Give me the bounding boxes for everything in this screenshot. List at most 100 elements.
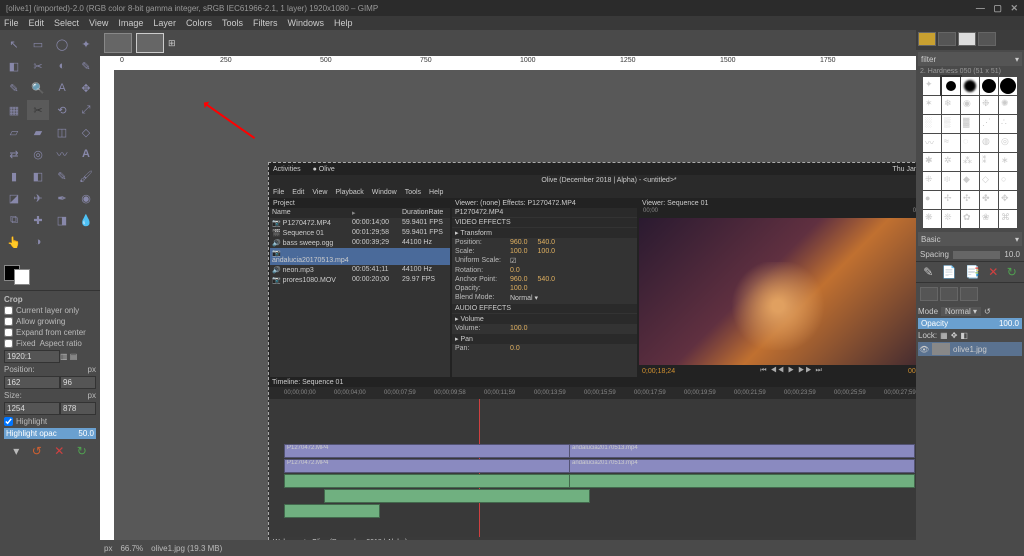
menu-select[interactable]: Select [54,18,79,28]
rotate-tool[interactable]: ⟲ [51,100,73,120]
save-options-button[interactable]: ▾ [13,444,19,458]
highlight-opacity-value[interactable]: 50.0 [78,429,94,438]
brush-swatch[interactable]: ◆ [961,172,979,190]
minimize-button[interactable]: — [976,3,985,13]
image-tab-1[interactable] [104,33,132,53]
olive-menu-view[interactable]: View [312,189,327,196]
lock-alpha-icon[interactable]: ◧ [960,331,968,340]
brush-swatch[interactable]: ⁂ [961,153,979,171]
fixed-checkbox[interactable] [4,339,13,348]
paths-tool[interactable]: ✎ [75,56,97,76]
video-clip[interactable]: P1270472.MP4 [284,459,570,473]
by-color-select-tool[interactable]: ◧ [3,56,25,76]
olive-app-label[interactable]: ● Olive [313,166,335,173]
shear-tool[interactable]: ▱ [3,122,25,142]
cage-tool[interactable]: ◎ [27,144,49,164]
tab-channels[interactable] [940,287,958,301]
col-duration[interactable]: Duration [402,209,428,217]
highlight-checkbox[interactable] [4,417,13,426]
brush-filter[interactable]: filter▾ [918,52,1022,66]
scale-tool[interactable]: ⤢ [75,100,97,120]
warp-tool[interactable]: 〰 [51,144,73,164]
allow-growing-checkbox[interactable] [4,317,13,326]
project-item[interactable]: 🎬 Sequence 0100:01:29;5859.9401 FPS [270,228,450,238]
project-item[interactable]: 📷 prores1080.MOV00:00:20;0029.97 FPS [270,275,450,285]
brush-swatch[interactable]: ● [923,191,941,209]
brush-swatch[interactable]: ❋ [923,210,941,228]
brush-swatch[interactable]: ⁜ [923,172,941,190]
brush-swatch[interactable] [999,77,1017,95]
mypaint-tool[interactable]: ◉ [75,188,97,208]
brush-swatch[interactable]: ፨ [942,172,960,190]
menu-help[interactable]: Help [334,18,353,28]
brush-swatch[interactable]: ✱ [923,153,941,171]
project-item-selected[interactable]: 📷 andalucia20170513.mp4 [270,248,450,265]
pencil-tool[interactable]: ✎ [51,166,73,186]
bucket-fill-tool[interactable]: ▮ [3,166,25,186]
menu-filters[interactable]: Filters [253,18,278,28]
layer-opacity[interactable]: Opacity 100.0 [918,318,1022,329]
olive-menu-tools[interactable]: Tools [405,189,421,196]
brush-swatch[interactable]: ⁑ [980,153,998,171]
menu-colors[interactable]: Colors [186,18,212,28]
brush-swatch[interactable]: ░ [923,115,941,133]
project-item[interactable]: 🔊 bass sweep.ogg00:00:39;2944100 Hz [270,238,450,248]
audio-clip[interactable] [284,474,570,488]
brush-swatch[interactable] [961,77,979,95]
brush-swatch[interactable]: ○ [999,172,1017,190]
tab-fonts[interactable] [958,32,976,46]
image-tab-2[interactable] [136,33,164,53]
dodge-burn-tool[interactable]: ◑ [27,232,49,252]
menu-tools[interactable]: Tools [222,18,243,28]
brush-delete-icon[interactable]: ✕ [988,265,998,279]
clone-tool[interactable]: ⧉ [3,210,25,230]
brush-swatch[interactable]: ✥ [999,191,1017,209]
brush-basic[interactable]: Basic▾ [918,232,1022,246]
crop-tool[interactable]: ✂ [27,100,49,120]
maximize-button[interactable]: ▢ [993,3,1002,13]
brush-new-icon[interactable]: 📄 [942,265,957,279]
olive-menu-file[interactable]: File [273,189,284,196]
brush-swatch[interactable]: ◇ [980,172,998,190]
ratio-orient-icon[interactable]: ▥ ▤ [60,352,77,361]
ratio-input[interactable]: 1920:1 [4,350,60,363]
brush-swatch[interactable] [980,77,998,95]
olive-timeline-ruler[interactable]: 00;00;00;00 00;00;04;00 00;00;07;59 00;0… [269,387,916,399]
brush-swatch[interactable]: ∗ [999,153,1017,171]
brush-swatch[interactable]: ◌ [961,134,979,152]
brush-edit-icon[interactable]: ✎ [923,265,933,279]
layer-row[interactable]: 👁 olive1.jpg [918,342,1022,356]
align-tool[interactable]: ▦ [3,100,25,120]
brush-swatch[interactable] [942,77,960,95]
transport-buttons[interactable]: ⏮ ◀◀ ▶ ▶▶ ⏭ [760,367,823,375]
fuzzy-select-tool[interactable]: ✦ [75,34,97,54]
fg-bg-color[interactable] [0,256,100,290]
heal-tool[interactable]: ✚ [27,210,49,230]
menu-file[interactable]: File [4,18,19,28]
smudge-tool[interactable]: 👆 [3,232,25,252]
handle-transform-tool[interactable]: ◇ [75,122,97,142]
rect-select-tool[interactable]: ▭ [27,34,49,54]
brush-swatch[interactable]: ✲ [942,153,960,171]
brush-swatch[interactable]: ▒ [942,115,960,133]
eraser-tool[interactable]: ◪ [3,188,25,208]
current-layer-only-checkbox[interactable] [4,306,13,315]
spacing-value[interactable]: 10.0 [1004,250,1020,259]
brush-swatch[interactable]: ≈ [942,134,960,152]
brush-swatch[interactable]: ❊ [942,210,960,228]
tab-history[interactable] [978,32,996,46]
project-item[interactable]: 🔊 neon.mp300:05:41;1144100 Hz [270,265,450,275]
text-tool[interactable]: A [75,144,97,164]
layer-name[interactable]: olive1.jpg [953,345,987,354]
olive-volume[interactable]: ▸ Volume [452,314,637,324]
brush-swatch[interactable]: ✿ [961,210,979,228]
perspective-tool[interactable]: ▰ [27,122,49,142]
unified-transform-tool[interactable]: ◫ [51,122,73,142]
brush-swatch[interactable]: ✤ [980,191,998,209]
olive-timeline-tracks[interactable]: P1270472.MP4 andalucia20170513.mp4 P1270… [269,399,916,537]
perspective-clone-tool[interactable]: ◨ [51,210,73,230]
delete-options-button[interactable]: ✕ [54,444,64,458]
brush-refresh-icon[interactable]: ↻ [1007,265,1017,279]
status-unit[interactable]: px [104,544,112,553]
size-h-input[interactable]: 878 [60,402,96,415]
